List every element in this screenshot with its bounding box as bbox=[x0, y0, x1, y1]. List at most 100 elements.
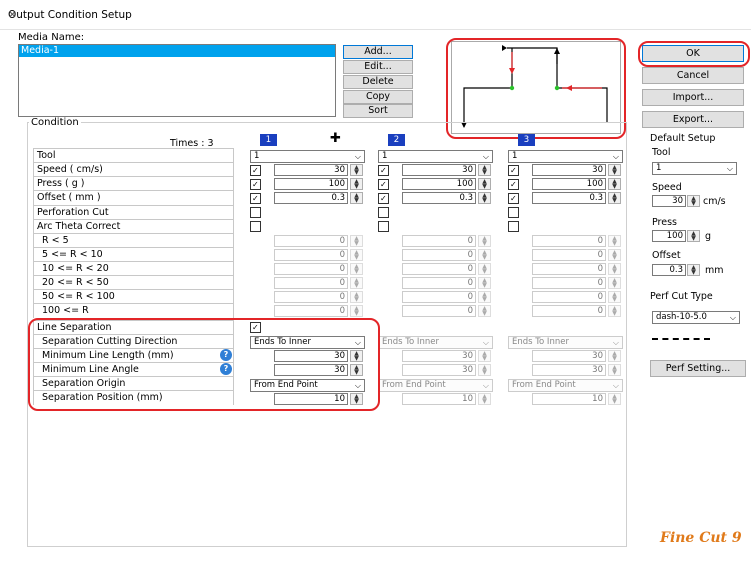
radius-spinner: ▲ ▼ bbox=[350, 291, 363, 303]
close-icon[interactable]: ✕ bbox=[8, 9, 743, 21]
radius-input: 0 bbox=[274, 249, 348, 261]
radius-input: 0 bbox=[274, 291, 348, 303]
chevron-down-icon: ⌵ bbox=[482, 152, 489, 161]
delete-button[interactable]: Delete bbox=[343, 75, 413, 89]
column-number-1[interactable]: 1 bbox=[260, 134, 277, 146]
chevron-down-icon: ⌵ bbox=[354, 152, 361, 161]
speed-label: Speed bbox=[652, 182, 682, 193]
offset-input[interactable]: 0.3 bbox=[652, 264, 686, 276]
media-list[interactable]: Media-1 bbox=[18, 44, 336, 117]
separation-direction-select: Ends To Inner ⌵ bbox=[378, 336, 493, 349]
press-checkbox[interactable]: ✓ bbox=[508, 179, 519, 190]
radius-input: 0 bbox=[274, 235, 348, 247]
press-unit: g bbox=[705, 231, 712, 242]
speed-checkbox[interactable]: ✓ bbox=[508, 165, 519, 176]
radius-input: 0 bbox=[274, 277, 348, 289]
radius-input: 0 bbox=[532, 305, 606, 317]
press-checkbox[interactable]: ✓ bbox=[250, 179, 261, 190]
offset-checkbox[interactable]: ✓ bbox=[378, 193, 389, 204]
direction-value: Ends To Inner bbox=[512, 337, 569, 347]
perforation-cut-checkbox[interactable] bbox=[250, 207, 261, 218]
column-number-3[interactable]: 3 bbox=[518, 134, 535, 146]
radius-spinner: ▲ ▼ bbox=[478, 235, 491, 247]
press-checkbox[interactable]: ✓ bbox=[378, 179, 389, 190]
radius-spinner: ▲ ▼ bbox=[478, 291, 491, 303]
perforation-cut-checkbox[interactable] bbox=[508, 207, 519, 218]
condition-row-label: 5 <= R < 10 bbox=[33, 247, 234, 262]
condition-row-label: 10 <= R < 20 bbox=[33, 261, 234, 276]
offset-spinner[interactable]: ▲ ▼ bbox=[350, 192, 363, 204]
perforation-cut-checkbox[interactable] bbox=[378, 207, 389, 218]
offset-spinner[interactable]: ▲ ▼ bbox=[478, 192, 491, 204]
offset-input[interactable]: 0.3 bbox=[274, 192, 348, 204]
min-line-length-spinner: ▲ ▼ bbox=[608, 350, 621, 362]
tool-select[interactable]: 1 ⌵ bbox=[378, 150, 493, 163]
arc-theta-checkbox[interactable] bbox=[250, 221, 261, 232]
fine-cut-logo: Fine Cut 9 bbox=[660, 530, 742, 546]
speed-spinner[interactable]: ▲ ▼ bbox=[608, 164, 621, 176]
press-input[interactable]: 100 bbox=[274, 178, 348, 190]
import-button[interactable]: Import... bbox=[642, 89, 744, 106]
edit-button[interactable]: Edit... bbox=[343, 60, 413, 74]
speed-input[interactable]: 30 bbox=[274, 164, 348, 176]
cancel-button[interactable]: Cancel bbox=[642, 67, 744, 84]
radius-input: 0 bbox=[402, 291, 476, 303]
offset-checkbox[interactable]: ✓ bbox=[508, 193, 519, 204]
press-input[interactable]: 100 bbox=[652, 230, 686, 242]
press-spinner[interactable]: ▲ ▼ bbox=[350, 178, 363, 190]
tool-select[interactable]: 1 ⌵ bbox=[652, 162, 737, 175]
speed-spinner[interactable]: ▲ ▼ bbox=[350, 164, 363, 176]
offset-unit: mm bbox=[705, 265, 724, 276]
offset-spinner[interactable]: ▲ ▼ bbox=[687, 264, 700, 276]
radius-input: 0 bbox=[532, 263, 606, 275]
separation-position-input: 10 bbox=[532, 393, 606, 405]
perf-pattern-preview bbox=[652, 338, 710, 340]
min-line-angle-spinner: ▲ ▼ bbox=[608, 364, 621, 376]
press-input[interactable]: 100 bbox=[532, 178, 606, 190]
copy-button[interactable]: Copy bbox=[343, 90, 413, 104]
radius-input: 0 bbox=[274, 263, 348, 275]
speed-checkbox[interactable]: ✓ bbox=[378, 165, 389, 176]
sort-button[interactable]: Sort bbox=[343, 104, 413, 118]
arc-theta-checkbox[interactable] bbox=[508, 221, 519, 232]
export-button[interactable]: Export... bbox=[642, 111, 744, 128]
perf-cut-select[interactable]: dash-10-5.0 ⌵ bbox=[652, 311, 740, 324]
radius-input: 0 bbox=[402, 249, 476, 261]
radius-spinner: ▲ ▼ bbox=[608, 277, 621, 289]
offset-spinner[interactable]: ▲ ▼ bbox=[608, 192, 621, 204]
add-button[interactable]: Add... bbox=[343, 45, 413, 59]
press-spinner[interactable]: ▲ ▼ bbox=[478, 178, 491, 190]
origin-value: From End Point bbox=[382, 380, 446, 390]
offset-input[interactable]: 0.3 bbox=[532, 192, 606, 204]
condition-row-label: 100 <= R bbox=[33, 303, 234, 318]
radius-input: 0 bbox=[402, 305, 476, 317]
perf-setting-button[interactable]: Perf Setting... bbox=[650, 360, 746, 377]
arc-theta-checkbox[interactable] bbox=[378, 221, 389, 232]
speed-input[interactable]: 30 bbox=[652, 195, 686, 207]
speed-input[interactable]: 30 bbox=[532, 164, 606, 176]
speed-spinner[interactable]: ▲ ▼ bbox=[478, 164, 491, 176]
tool-select[interactable]: 1 ⌵ bbox=[250, 150, 365, 163]
offset-checkbox[interactable]: ✓ bbox=[250, 193, 261, 204]
min-line-angle-input: 30 bbox=[532, 364, 606, 376]
separation-origin-select: From End Point ⌵ bbox=[508, 379, 623, 392]
press-input[interactable]: 100 bbox=[402, 178, 476, 190]
tool-select[interactable]: 1 ⌵ bbox=[508, 150, 623, 163]
press-spinner[interactable]: ▲ ▼ bbox=[687, 230, 700, 242]
add-column-icon[interactable]: ✚ bbox=[330, 131, 341, 146]
perf-cut-type-label: Perf Cut Type bbox=[650, 291, 713, 302]
speed-spinner[interactable]: ▲ ▼ bbox=[687, 195, 700, 207]
ok-highlight bbox=[638, 41, 750, 67]
press-spinner[interactable]: ▲ ▼ bbox=[608, 178, 621, 190]
speed-checkbox[interactable]: ✓ bbox=[250, 165, 261, 176]
condition-row-label: 20 <= R < 50 bbox=[33, 275, 234, 290]
list-item[interactable]: Media-1 bbox=[19, 45, 335, 57]
condition-row-label: Arc Theta Correct bbox=[33, 219, 234, 234]
press-label: Press bbox=[652, 217, 678, 228]
separation-position-spinner: ▲ ▼ bbox=[478, 393, 491, 405]
offset-input[interactable]: 0.3 bbox=[402, 192, 476, 204]
radius-input: 0 bbox=[274, 305, 348, 317]
column-number-2[interactable]: 2 bbox=[388, 134, 405, 146]
speed-input[interactable]: 30 bbox=[402, 164, 476, 176]
chevron-down-icon: ⌵ bbox=[726, 164, 733, 173]
